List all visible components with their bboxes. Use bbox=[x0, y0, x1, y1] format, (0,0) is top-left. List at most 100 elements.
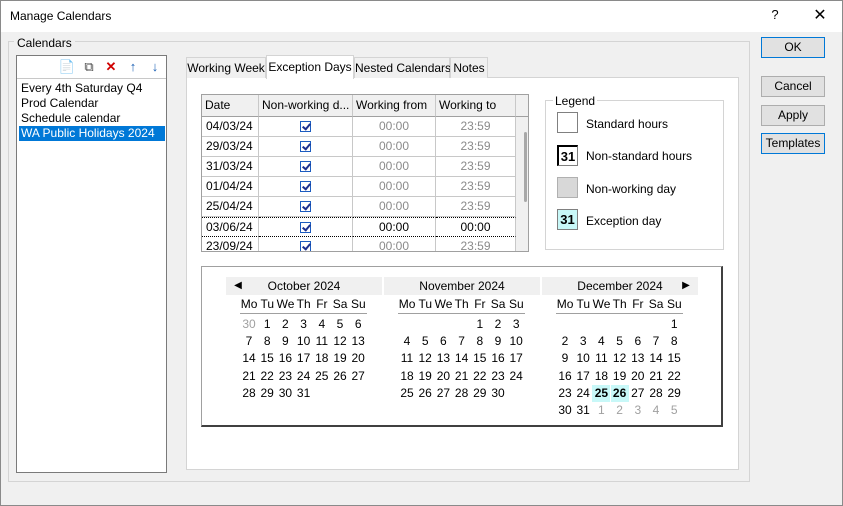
calendar-day[interactable]: 2 bbox=[611, 402, 629, 419]
working-to-cell[interactable]: 00:00 bbox=[436, 217, 516, 237]
non-working-cell[interactable] bbox=[259, 237, 353, 251]
calendar-day[interactable]: 5 bbox=[416, 333, 434, 350]
calendar-day[interactable]: 24 bbox=[507, 368, 525, 385]
calendar-day[interactable]: 16 bbox=[276, 350, 294, 367]
calendar-day[interactable]: 12 bbox=[416, 350, 434, 367]
working-to-cell[interactable]: 23:59 bbox=[436, 157, 516, 177]
grid-row[interactable]: 01/04/24 00:00 23:59 bbox=[202, 177, 516, 197]
date-cell[interactable]: 03/06/24 bbox=[202, 217, 259, 237]
calendar-day[interactable]: 4 bbox=[313, 316, 331, 333]
tab-notes[interactable]: Notes bbox=[450, 57, 488, 78]
calendar-day[interactable]: 23 bbox=[556, 385, 574, 402]
calendar-day[interactable]: 1 bbox=[592, 402, 610, 419]
calendar-list-item[interactable]: Schedule calendar bbox=[19, 111, 165, 126]
templates-button[interactable]: Templates bbox=[761, 133, 825, 154]
working-to-cell[interactable]: 23:59 bbox=[436, 177, 516, 197]
calendar-day[interactable]: 19 bbox=[416, 368, 434, 385]
calendar-day[interactable]: 9 bbox=[276, 333, 294, 350]
calendar-day[interactable]: 27 bbox=[349, 368, 367, 385]
non-working-cell[interactable] bbox=[259, 197, 353, 217]
working-to-cell[interactable]: 23:59 bbox=[436, 197, 516, 217]
calendar-day[interactable]: 2 bbox=[276, 316, 294, 333]
date-cell[interactable]: 01/04/24 bbox=[202, 177, 259, 197]
calendar-day[interactable]: 20 bbox=[349, 350, 367, 367]
calendar-day-exception[interactable]: 25 bbox=[592, 384, 611, 402]
calendar-day[interactable]: 14 bbox=[647, 350, 665, 367]
working-to-cell[interactable]: 23:59 bbox=[436, 117, 516, 137]
non-working-checkbox[interactable] bbox=[300, 241, 311, 251]
tab-working-week[interactable]: Working Week bbox=[186, 57, 266, 78]
calendar-list-item[interactable]: Prod Calendar bbox=[19, 96, 165, 111]
calendar-day[interactable]: 9 bbox=[556, 350, 574, 367]
calendar-day[interactable]: 15 bbox=[258, 350, 276, 367]
calendar-day[interactable]: 1 bbox=[258, 316, 276, 333]
calendar-day[interactable]: 4 bbox=[647, 402, 665, 419]
calendar-day[interactable]: 28 bbox=[647, 385, 665, 402]
calendar-day[interactable]: 29 bbox=[471, 385, 489, 402]
calendar-day[interactable]: 30 bbox=[240, 316, 258, 333]
calendar-day[interactable]: 6 bbox=[349, 316, 367, 333]
date-cell[interactable]: 31/03/24 bbox=[202, 157, 259, 177]
copy-calendar-icon[interactable]: ⧉ bbox=[80, 59, 98, 75]
calendar-day[interactable]: 11 bbox=[313, 333, 331, 350]
calendar-day[interactable]: 8 bbox=[471, 333, 489, 350]
tab-nested-calendars[interactable]: Nested Calendars bbox=[354, 57, 451, 78]
calendar-day[interactable]: 12 bbox=[331, 333, 349, 350]
non-working-cell[interactable] bbox=[259, 217, 353, 237]
calendar-day[interactable]: 21 bbox=[647, 368, 665, 385]
calendar-day[interactable]: 22 bbox=[665, 368, 683, 385]
date-cell[interactable]: 23/09/24 bbox=[202, 237, 259, 251]
date-cell[interactable]: 25/04/24 bbox=[202, 197, 259, 217]
delete-calendar-icon[interactable]: ✕ bbox=[102, 59, 120, 75]
tab-exception-days[interactable]: Exception Days bbox=[266, 55, 354, 79]
calendar-day-exception[interactable]: 26 bbox=[610, 384, 629, 402]
calendar-day[interactable]: 25 bbox=[313, 368, 331, 385]
calendar-day[interactable]: 13 bbox=[349, 333, 367, 350]
calendar-day[interactable]: 31 bbox=[295, 385, 313, 402]
calendar-day[interactable]: 10 bbox=[507, 333, 525, 350]
calendar-day[interactable]: 30 bbox=[556, 402, 574, 419]
calendar-day[interactable]: 6 bbox=[629, 333, 647, 350]
move-up-icon[interactable]: ↑ bbox=[124, 59, 142, 75]
working-from-cell[interactable]: 00:00 bbox=[353, 137, 436, 157]
grid-row[interactable]: 29/03/24 00:00 23:59 bbox=[202, 137, 516, 157]
column-header-date[interactable]: Date bbox=[202, 95, 259, 117]
grid-scrollbar[interactable] bbox=[516, 117, 528, 251]
calendar-day[interactable]: 15 bbox=[471, 350, 489, 367]
calendar-day[interactable]: 13 bbox=[434, 350, 452, 367]
calendar-day[interactable]: 5 bbox=[665, 402, 683, 419]
non-working-checkbox[interactable] bbox=[300, 201, 311, 212]
calendar-day[interactable]: 15 bbox=[665, 350, 683, 367]
calendar-day[interactable]: 16 bbox=[489, 350, 507, 367]
calendar-day[interactable]: 18 bbox=[398, 368, 416, 385]
calendar-day[interactable]: 4 bbox=[592, 333, 610, 350]
calendar-day[interactable]: 7 bbox=[240, 333, 258, 350]
calendar-day[interactable]: 19 bbox=[331, 350, 349, 367]
calendar-day[interactable]: 18 bbox=[313, 350, 331, 367]
calendar-day[interactable]: 21 bbox=[453, 368, 471, 385]
calendar-day[interactable]: 21 bbox=[240, 368, 258, 385]
calendar-day[interactable]: 22 bbox=[258, 368, 276, 385]
column-header-working-to[interactable]: Working to bbox=[436, 95, 516, 117]
calendar-day[interactable]: 24 bbox=[574, 385, 592, 402]
non-working-checkbox[interactable] bbox=[300, 181, 311, 192]
calendar-day[interactable]: 23 bbox=[489, 368, 507, 385]
calendar-day[interactable]: 6 bbox=[434, 333, 452, 350]
calendar-day[interactable]: 7 bbox=[453, 333, 471, 350]
calendar-day[interactable]: 29 bbox=[258, 385, 276, 402]
calendar-day[interactable]: 27 bbox=[629, 385, 647, 402]
help-button[interactable]: ? bbox=[765, 7, 785, 22]
calendar-day[interactable]: 26 bbox=[416, 385, 434, 402]
calendar-day[interactable]: 8 bbox=[258, 333, 276, 350]
calendar-day[interactable]: 28 bbox=[240, 385, 258, 402]
calendar-day[interactable]: 20 bbox=[434, 368, 452, 385]
calendar-day[interactable]: 1 bbox=[665, 316, 683, 333]
calendar-list-item-selected[interactable]: WA Public Holidays 2024 bbox=[19, 126, 165, 141]
date-cell[interactable]: 04/03/24 bbox=[202, 117, 259, 137]
ok-button[interactable]: OK bbox=[761, 37, 825, 58]
non-working-checkbox[interactable] bbox=[300, 222, 311, 233]
calendar-day[interactable]: 9 bbox=[489, 333, 507, 350]
grid-row[interactable]: 23/09/24 00:00 23:59 bbox=[202, 237, 516, 251]
calendar-day[interactable]: 11 bbox=[592, 350, 610, 367]
calendar-day[interactable]: 3 bbox=[629, 402, 647, 419]
